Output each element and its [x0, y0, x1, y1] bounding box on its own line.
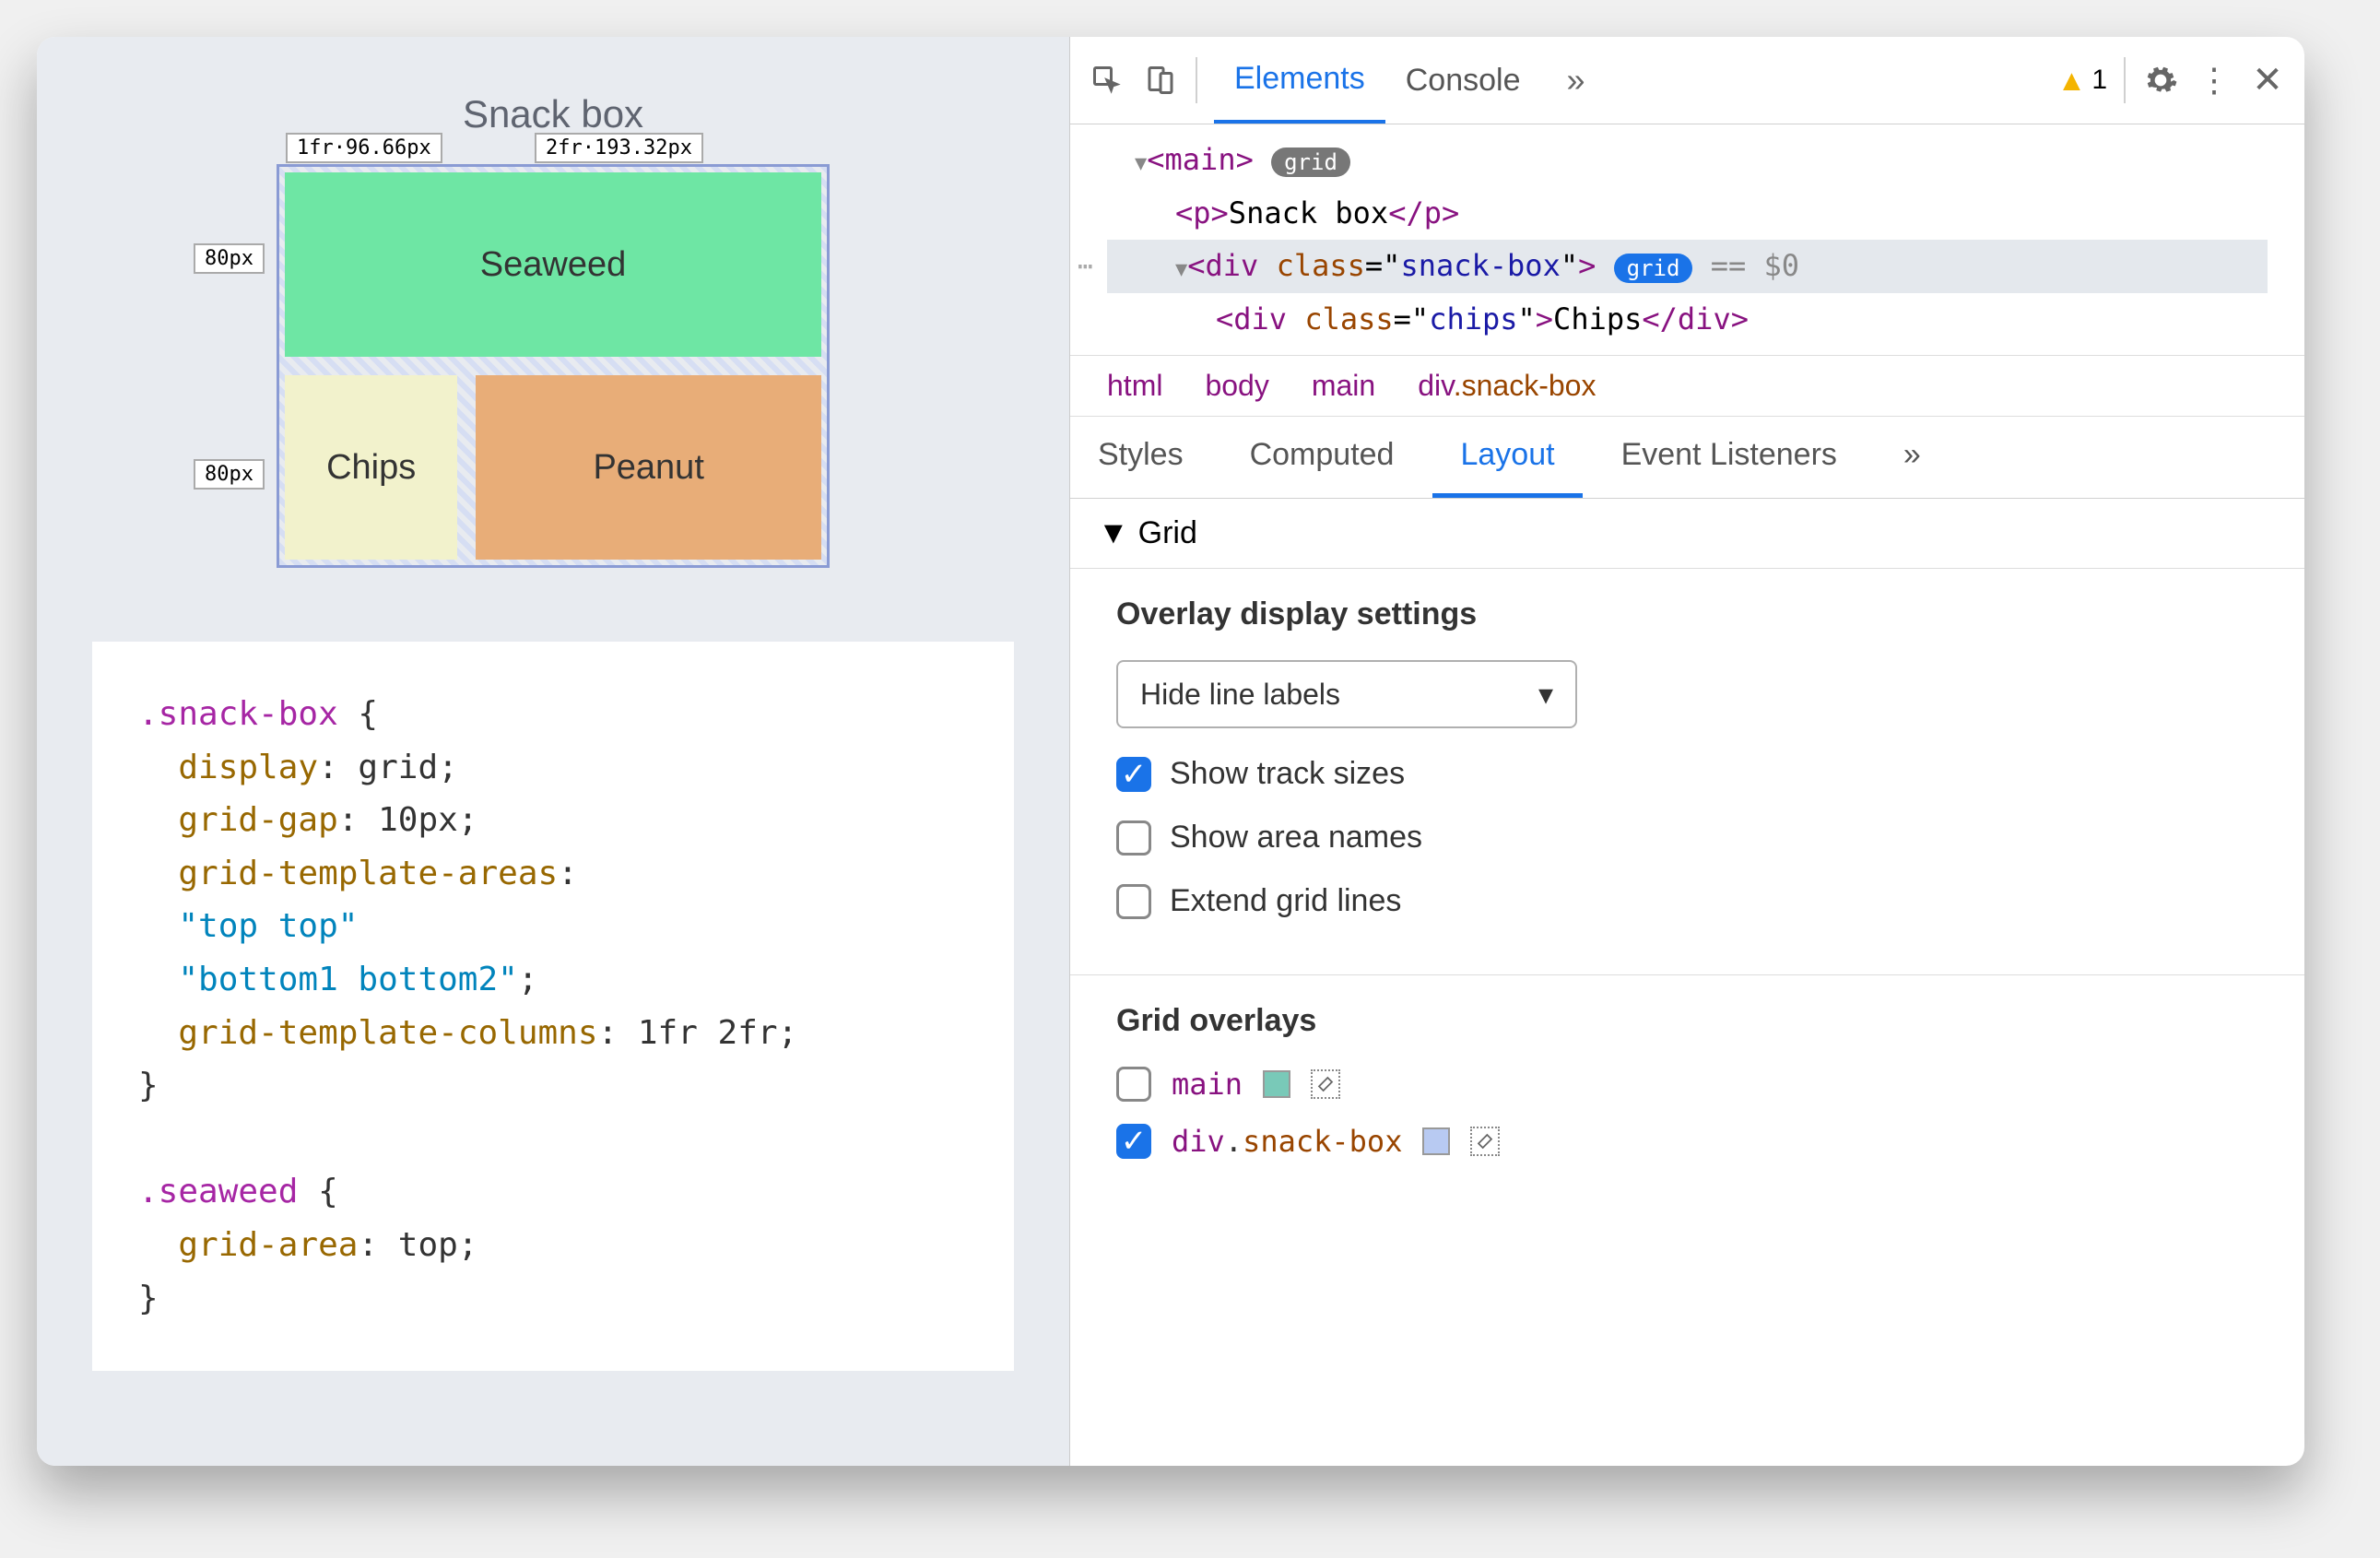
track-label-col1: 1fr·96.66px [286, 133, 442, 163]
dom-node[interactable]: <p>Snack box</p> [1107, 187, 2268, 241]
close-icon[interactable]: ✕ [2249, 62, 2286, 99]
snack-box-grid: Seaweed Chips Peanut [277, 164, 830, 568]
breadcrumb-item[interactable]: main [1312, 369, 1375, 403]
dom-node[interactable]: ⋯▼<div class="snack-box"> grid == $0 [1107, 240, 2268, 293]
more-subtabs-icon[interactable]: » [1876, 417, 1949, 498]
kebab-icon[interactable]: ⋮ [2196, 62, 2233, 99]
track-label-row2: 80px [194, 459, 265, 490]
checkbox-row: ✓ Show track sizes [1116, 756, 2258, 792]
breadcrumb-item[interactable]: div.snack-box [1418, 369, 1596, 403]
warning-icon: ▲ [2057, 64, 2087, 98]
checkbox-row: Extend grid lines [1116, 883, 2258, 919]
more-tabs-icon[interactable]: » [1557, 62, 1594, 99]
highlight-icon[interactable] [1311, 1069, 1340, 1099]
dom-tree[interactable]: ▼<main> grid<p>Snack box</p>⋯▼<div class… [1070, 124, 2304, 355]
checkbox[interactable] [1116, 1067, 1151, 1102]
page-preview: Snack box 1fr·96.66px 2fr·193.32px 80px … [37, 37, 1069, 1466]
checkbox[interactable] [1116, 820, 1151, 856]
checkbox[interactable]: ✓ [1116, 1124, 1151, 1159]
grid-overlays-title: Grid overlays [1116, 1003, 2258, 1039]
tab-console[interactable]: Console [1385, 37, 1541, 124]
overlay-name[interactable]: main [1172, 1067, 1243, 1102]
grid-section-header[interactable]: ▼ Grid [1070, 499, 2304, 569]
overlay-settings-panel: Overlay display settings Hide line label… [1070, 569, 2304, 974]
grid-overlay: 1fr·96.66px 2fr·193.32px 80px 80px Seawe… [277, 164, 830, 568]
checkbox-row: Show area names [1116, 820, 2258, 856]
color-swatch[interactable] [1422, 1127, 1450, 1155]
overlay-row: main [1116, 1067, 2258, 1102]
page-title: Snack box [92, 92, 1014, 136]
subtab-computed[interactable]: Computed [1222, 417, 1422, 498]
inspect-icon[interactable] [1089, 62, 1125, 99]
separator [1196, 57, 1197, 103]
highlight-icon[interactable] [1470, 1127, 1500, 1156]
track-label-col2: 2fr·193.32px [535, 133, 703, 163]
devtools-window: Snack box 1fr·96.66px 2fr·193.32px 80px … [37, 37, 2304, 1466]
cell-seaweed: Seaweed [285, 172, 821, 357]
chevron-down-icon: ▾ [1538, 677, 1553, 712]
gear-icon[interactable] [2142, 62, 2179, 99]
checkbox-label: Extend grid lines [1170, 883, 1401, 919]
checkbox[interactable]: ✓ [1116, 757, 1151, 792]
devtools-panel: ElementsConsole » ▲1 ⋮ ✕ ▼<main> grid<p>… [1069, 37, 2304, 1466]
devtools-toolbar: ElementsConsole » ▲1 ⋮ ✕ [1070, 37, 2304, 124]
tab-elements[interactable]: Elements [1214, 37, 1385, 124]
subtab-layout[interactable]: Layout [1432, 417, 1582, 498]
line-labels-select[interactable]: Hide line labels ▾ [1116, 660, 1577, 728]
css-code: .snack-box { display: grid; grid-gap: 10… [92, 642, 1014, 1371]
breadcrumb-item[interactable]: body [1205, 369, 1268, 403]
grid-overlays-panel: Grid overlays main ✓ div.snack-box [1070, 974, 2304, 1209]
disclosure-icon: ▼ [1098, 515, 1129, 551]
main-tabs: ElementsConsole [1214, 37, 1540, 124]
breadcrumb[interactable]: html body main div.snack-box [1070, 355, 2304, 417]
cell-peanut: Peanut [476, 375, 821, 560]
dom-node[interactable]: ▼<main> grid [1107, 134, 2268, 187]
track-label-row1: 80px [194, 243, 265, 274]
subtab-styles[interactable]: Styles [1070, 417, 1211, 498]
overlay-name[interactable]: div.snack-box [1172, 1124, 1402, 1159]
dom-node[interactable]: <div class="chips">Chips</div> [1107, 293, 2268, 347]
device-toggle-icon[interactable] [1142, 62, 1179, 99]
overlay-settings-title: Overlay display settings [1116, 596, 2258, 632]
styles-tabs: StylesComputedLayoutEvent Listeners» [1070, 417, 2304, 499]
separator [2124, 57, 2126, 103]
checkbox[interactable] [1116, 884, 1151, 919]
warning-count[interactable]: ▲1 [2057, 64, 2107, 98]
checkbox-label: Show track sizes [1170, 756, 1405, 792]
checkbox-label: Show area names [1170, 820, 1422, 856]
breadcrumb-item[interactable]: html [1107, 369, 1162, 403]
cell-chips: Chips [285, 375, 457, 560]
overlay-row: ✓ div.snack-box [1116, 1124, 2258, 1159]
color-swatch[interactable] [1263, 1070, 1290, 1098]
subtab-event-listeners[interactable]: Event Listeners [1594, 417, 1865, 498]
